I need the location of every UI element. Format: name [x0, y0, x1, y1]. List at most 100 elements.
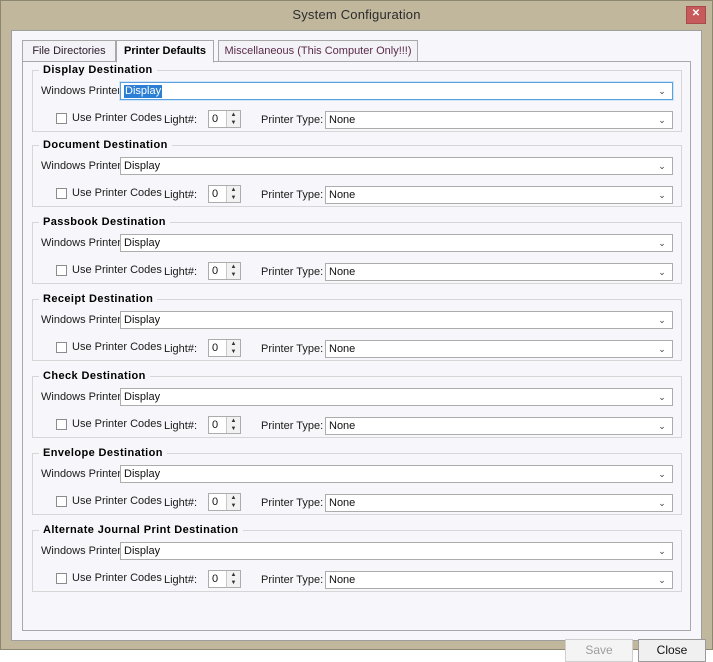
group-check-destination: Check Destination Windows Printer: Displ…: [32, 370, 682, 438]
chevron-down-icon: ⌄: [656, 264, 668, 280]
printer-type-value: None: [329, 343, 355, 356]
light-number-stepper[interactable]: 0 ▲ ▼: [208, 262, 241, 280]
close-button[interactable]: Close: [638, 639, 706, 662]
stepper-down-icon[interactable]: ▼: [227, 502, 240, 510]
group-alternate-journal-print-destination: Alternate Journal Print Destination Wind…: [32, 524, 682, 592]
printer-type-value: None: [329, 114, 355, 127]
stepper-up-icon[interactable]: ▲: [227, 263, 240, 271]
use-printer-codes-label: Use Printer Codes: [72, 264, 162, 276]
checkbox-box: [56, 342, 67, 353]
printer-type-combobox[interactable]: None ⌄: [325, 263, 673, 281]
printer-type-combobox[interactable]: None ⌄: [325, 417, 673, 435]
windows-printer-combobox[interactable]: Display ⌄: [120, 234, 673, 252]
light-number-stepper[interactable]: 0 ▲ ▼: [208, 110, 241, 128]
printer-type-label: Printer Type:: [261, 343, 323, 355]
stepper-up-icon[interactable]: ▲: [227, 571, 240, 579]
windows-printer-value: Display: [124, 468, 160, 481]
chevron-down-icon: ⌄: [656, 112, 668, 128]
use-printer-codes-label: Use Printer Codes: [72, 572, 162, 584]
window-close-button[interactable]: ✕: [686, 6, 706, 24]
printer-type-label: Printer Type:: [261, 189, 323, 201]
stepper-down-icon[interactable]: ▼: [227, 348, 240, 356]
checkbox-box: [56, 265, 67, 276]
printer-type-value: None: [329, 574, 355, 587]
light-number-stepper[interactable]: 0 ▲ ▼: [208, 570, 241, 588]
use-printer-codes-label: Use Printer Codes: [72, 495, 162, 507]
tab-strip: File Directories Printer Defaults Miscel…: [22, 40, 691, 62]
stepper-up-icon[interactable]: ▲: [227, 186, 240, 194]
light-number-stepper[interactable]: 0 ▲ ▼: [208, 185, 241, 203]
chevron-down-icon: ⌄: [656, 389, 668, 405]
stepper-down-icon[interactable]: ▼: [227, 425, 240, 433]
checkbox-box: [56, 113, 67, 124]
printer-type-combobox[interactable]: None ⌄: [325, 186, 673, 204]
stepper-buttons: ▲ ▼: [226, 417, 240, 433]
use-printer-codes-label: Use Printer Codes: [72, 112, 162, 124]
printer-type-combobox[interactable]: None ⌄: [325, 494, 673, 512]
printer-type-label: Printer Type:: [261, 114, 323, 126]
chevron-down-icon: ⌄: [656, 158, 668, 174]
group-display-destination: Display Destination Windows Printer: Dis…: [32, 64, 682, 132]
stepper-up-icon[interactable]: ▲: [227, 494, 240, 502]
window-title: System Configuration: [1, 7, 712, 22]
windows-printer-combobox[interactable]: Display ⌄: [120, 465, 673, 483]
printer-type-label: Printer Type:: [261, 266, 323, 278]
printer-defaults-tab-page: Display Destination Windows Printer: Dis…: [22, 61, 691, 631]
windows-printer-value: Display: [124, 85, 162, 98]
stepper-down-icon[interactable]: ▼: [227, 271, 240, 279]
stepper-down-icon[interactable]: ▼: [227, 579, 240, 587]
system-configuration-window: System Configuration ✕ File Directories …: [0, 0, 713, 650]
light-number-value: 0: [212, 188, 218, 200]
tab-file-directories-label: File Directories: [32, 45, 105, 57]
printer-type-combobox[interactable]: None ⌄: [325, 340, 673, 358]
windows-printer-label: Windows Printer:: [41, 237, 124, 249]
light-number-stepper[interactable]: 0 ▲ ▼: [208, 416, 241, 434]
printer-type-label: Printer Type:: [261, 574, 323, 586]
windows-printer-value: Display: [124, 545, 160, 558]
stepper-up-icon[interactable]: ▲: [227, 417, 240, 425]
printer-type-value: None: [329, 189, 355, 202]
stepper-down-icon[interactable]: ▼: [227, 194, 240, 202]
chevron-down-icon: ⌄: [656, 543, 668, 559]
printer-type-label: Printer Type:: [261, 497, 323, 509]
tab-miscellaneous[interactable]: Miscellaneous (This Computer Only!!!): [218, 40, 418, 62]
windows-printer-combobox[interactable]: Display ⌄: [120, 157, 673, 175]
windows-printer-label: Windows Printer:: [41, 545, 124, 557]
windows-printer-combobox[interactable]: Display ⌄: [120, 388, 673, 406]
title-bar: System Configuration ✕: [1, 1, 712, 30]
group-document-destination: Document Destination Windows Printer: Di…: [32, 139, 682, 207]
group-passbook-destination: Passbook Destination Windows Printer: Di…: [32, 216, 682, 284]
stepper-buttons: ▲ ▼: [226, 340, 240, 356]
save-button[interactable]: Save: [565, 639, 633, 662]
group-envelope-destination: Envelope Destination Windows Printer: Di…: [32, 447, 682, 515]
windows-printer-combobox[interactable]: Display ⌄: [120, 542, 673, 560]
chevron-down-icon: ⌄: [656, 572, 668, 588]
light-number-stepper[interactable]: 0 ▲ ▼: [208, 339, 241, 357]
light-number-label: Light#:: [164, 189, 197, 201]
light-number-stepper[interactable]: 0 ▲ ▼: [208, 493, 241, 511]
checkbox-box: [56, 496, 67, 507]
stepper-buttons: ▲ ▼: [226, 186, 240, 202]
windows-printer-value: Display: [124, 237, 160, 250]
tab-printer-defaults-label: Printer Defaults: [124, 45, 206, 57]
stepper-up-icon[interactable]: ▲: [227, 340, 240, 348]
windows-printer-combobox[interactable]: Display ⌄: [120, 82, 673, 100]
light-number-label: Light#:: [164, 266, 197, 278]
windows-printer-value: Display: [124, 314, 160, 327]
printer-type-combobox[interactable]: None ⌄: [325, 571, 673, 589]
light-number-value: 0: [212, 573, 218, 585]
tab-file-directories[interactable]: File Directories: [22, 40, 116, 62]
tab-printer-defaults[interactable]: Printer Defaults: [116, 40, 214, 63]
windows-printer-value: Display: [124, 160, 160, 173]
chevron-down-icon: ⌄: [656, 341, 668, 357]
stepper-up-icon[interactable]: ▲: [227, 111, 240, 119]
light-number-value: 0: [212, 419, 218, 431]
stepper-down-icon[interactable]: ▼: [227, 119, 240, 127]
chevron-down-icon: ⌄: [656, 418, 668, 434]
windows-printer-combobox[interactable]: Display ⌄: [120, 311, 673, 329]
group-title: Display Destination: [39, 64, 157, 76]
stepper-buttons: ▲ ▼: [226, 494, 240, 510]
light-number-value: 0: [212, 113, 218, 125]
printer-type-combobox[interactable]: None ⌄: [325, 111, 673, 129]
printer-type-value: None: [329, 266, 355, 279]
